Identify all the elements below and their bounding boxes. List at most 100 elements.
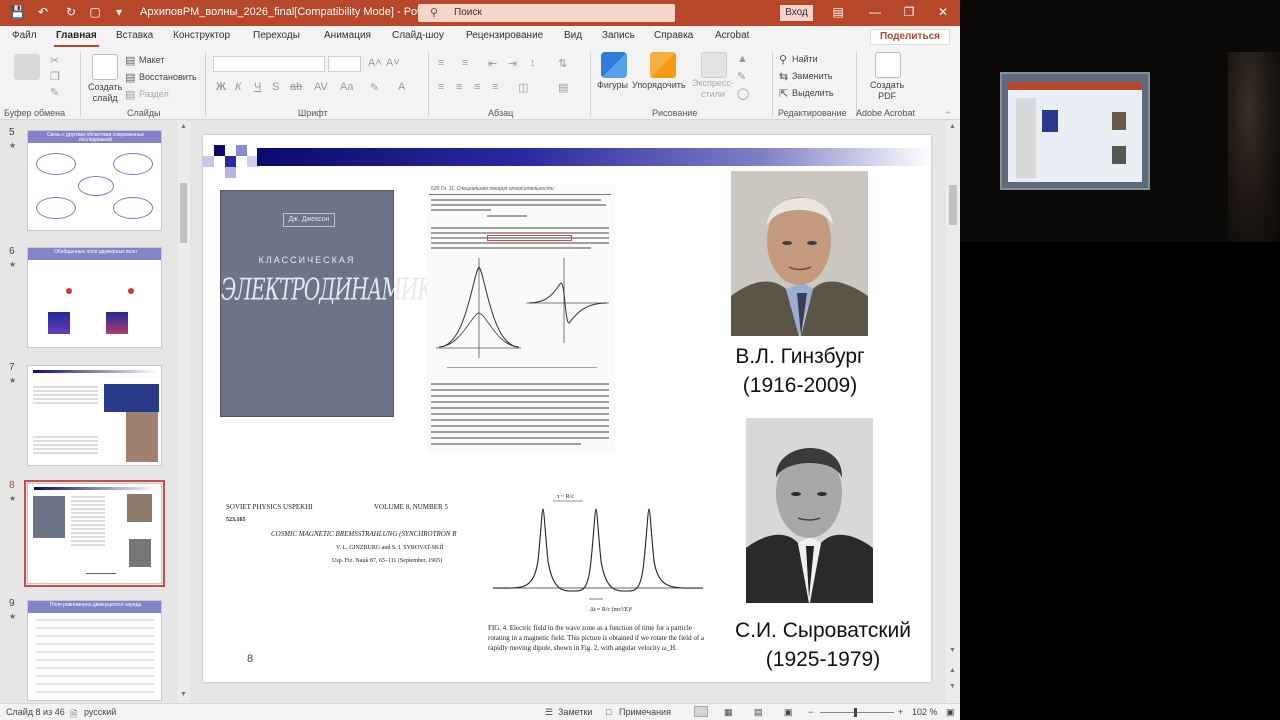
arrange-icon[interactable]	[650, 52, 676, 78]
slideshow-view-icon[interactable]: ▣	[784, 707, 793, 718]
font-name-combo[interactable]	[213, 56, 325, 72]
scroll-thumb[interactable]	[180, 183, 187, 243]
tab-acrobat[interactable]: Acrobat	[715, 30, 749, 41]
zoom-in-icon[interactable]: +	[898, 707, 903, 717]
find-icon[interactable]: ⚲	[779, 53, 787, 66]
thumbnail-scrollbar[interactable]: ▲ ▼	[178, 121, 190, 703]
bullets-icon[interactable]: ≡	[438, 57, 444, 69]
align-center-icon[interactable]: ≡	[456, 81, 462, 93]
tab-design[interactable]: Конструктор	[173, 30, 230, 41]
tab-home[interactable]: Главная	[54, 30, 99, 47]
arrange-button[interactable]: Упорядочить	[632, 80, 686, 91]
copy-icon[interactable]: ❐	[50, 70, 60, 83]
align-right-icon[interactable]: ≡	[474, 81, 480, 93]
scroll-up-icon[interactable]: ▲	[949, 123, 956, 130]
reset-icon[interactable]: ▤	[125, 71, 135, 84]
shapes-button[interactable]: Фигуры	[597, 80, 628, 91]
reading-view-icon[interactable]: ▤	[754, 707, 763, 718]
increase-font-icon[interactable]: A˄	[368, 57, 382, 69]
section-icon[interactable]: ▤	[125, 88, 135, 101]
slide-thumbnail-7[interactable]	[27, 365, 162, 466]
increase-indent-icon[interactable]: ⇥	[508, 57, 517, 70]
previous-slide-icon[interactable]: ▲	[949, 667, 956, 674]
change-case-icon[interactable]: Aa	[340, 81, 353, 93]
numbering-icon[interactable]: ≡	[462, 57, 468, 69]
scroll-thumb[interactable]	[949, 185, 957, 225]
layout-button[interactable]: Макет	[139, 55, 164, 66]
text-direction-icon[interactable]: ⇅	[558, 57, 567, 70]
tab-transitions[interactable]: Переходы	[253, 30, 300, 41]
fit-to-window-icon[interactable]: ▣	[946, 707, 955, 718]
redo-icon[interactable]: ↻	[64, 5, 78, 19]
find-button[interactable]: Найти	[792, 54, 818, 65]
shape-outline-icon[interactable]: ✎	[737, 70, 746, 83]
language-indicator[interactable]: русский	[84, 707, 116, 717]
decrease-font-icon[interactable]: A˅	[386, 57, 400, 69]
font-color-icon[interactable]: A	[398, 81, 405, 93]
tab-record[interactable]: Запись	[602, 30, 635, 41]
quick-styles-icon[interactable]	[701, 52, 727, 78]
replace-icon[interactable]: ⇆	[779, 70, 788, 83]
reset-button[interactable]: Восстановить	[139, 72, 197, 83]
normal-view-icon[interactable]	[694, 706, 708, 717]
zoom-slider-track[interactable]	[820, 712, 894, 713]
proofing-icon[interactable]: 🗎	[70, 707, 77, 720]
collapse-ribbon-icon[interactable]: ⌃	[944, 110, 952, 121]
new-slide-button[interactable]: Создать слайд	[88, 82, 122, 104]
layout-icon[interactable]: ▤	[125, 54, 135, 67]
save-icon[interactable]: 💾	[10, 5, 25, 19]
columns-icon[interactable]: ◫	[518, 81, 528, 94]
signin-button[interactable]: Вход	[780, 5, 813, 21]
justify-icon[interactable]: ≡	[492, 81, 498, 93]
create-pdf-icon[interactable]	[875, 52, 901, 78]
ribbon-display-options-icon[interactable]: ▤	[831, 4, 845, 20]
section-button[interactable]: Раздел	[139, 89, 169, 100]
notes-icon[interactable]: ☰	[545, 707, 553, 718]
slide-thumbnail-5[interactable]: Связь с другими областями современных ис…	[27, 130, 162, 231]
tab-view[interactable]: Вид	[564, 30, 582, 41]
tab-help[interactable]: Справка	[654, 30, 693, 41]
format-painter-icon[interactable]: ✎	[50, 86, 59, 99]
paste-icon[interactable]	[14, 54, 40, 80]
close-icon[interactable]: ✕	[936, 4, 950, 20]
slide-thumbnail-9[interactable]: Поля равномерно движущегося заряда	[27, 600, 162, 701]
share-button[interactable]: Поделиться	[870, 29, 950, 45]
underline-icon[interactable]: Ч	[254, 81, 261, 93]
minimize-icon[interactable]: —	[868, 4, 882, 20]
highlight-icon[interactable]: ✎	[370, 81, 379, 94]
customize-quick-access-icon[interactable]: ▾	[112, 5, 126, 19]
smartart-icon[interactable]: ▤	[558, 81, 568, 94]
search-input[interactable]: ⚲ Поиск	[418, 4, 675, 22]
align-left-icon[interactable]: ≡	[438, 81, 444, 93]
zoom-level[interactable]: 102 %	[912, 707, 938, 717]
current-slide[interactable]: Дж. Джексон КЛАССИЧЕСКАЯ ЭЛЕКТРОДИНАМИКА…	[203, 135, 931, 682]
zoom-slider-thumb[interactable]	[854, 708, 857, 717]
quick-styles-button[interactable]: Экспресс- стили	[692, 78, 734, 100]
slide-sorter-icon[interactable]: ▦	[724, 707, 733, 718]
shape-fill-icon[interactable]: ▲	[737, 53, 748, 65]
create-pdf-button[interactable]: Создать PDF	[870, 80, 904, 102]
zoom-out-icon[interactable]: −	[808, 707, 813, 717]
shape-effects-icon[interactable]: ◯	[737, 87, 749, 100]
notes-button[interactable]: Заметки	[558, 707, 592, 717]
char-spacing-icon[interactable]: AV	[314, 81, 328, 93]
tab-review[interactable]: Рецензирование	[466, 30, 543, 41]
start-slideshow-icon[interactable]: ▢	[88, 5, 102, 19]
tab-insert[interactable]: Вставка	[116, 30, 153, 41]
shapes-icon[interactable]	[601, 52, 627, 78]
comments-icon[interactable]: □	[606, 707, 611, 717]
tab-animations[interactable]: Анимация	[324, 30, 371, 41]
cut-icon[interactable]: ✂	[50, 54, 59, 67]
replace-button[interactable]: Заменить	[792, 71, 832, 82]
italic-icon[interactable]: К	[235, 81, 241, 93]
slide-thumbnail-6[interactable]: Обобщенные поля двумерных волн	[27, 247, 162, 348]
decrease-indent-icon[interactable]: ⇤	[488, 57, 497, 70]
tab-slideshow[interactable]: Слайд-шоу	[392, 30, 444, 41]
scroll-down-icon[interactable]: ▼	[949, 647, 956, 654]
strikethrough-icon[interactable]: ab	[290, 81, 302, 93]
scroll-up-icon[interactable]: ▲	[180, 123, 187, 130]
select-icon[interactable]: ⇱	[779, 87, 788, 100]
slide-thumbnail-8[interactable]	[24, 480, 165, 587]
select-button[interactable]: Выделить	[792, 88, 834, 99]
bold-icon[interactable]: Ж	[216, 81, 226, 93]
